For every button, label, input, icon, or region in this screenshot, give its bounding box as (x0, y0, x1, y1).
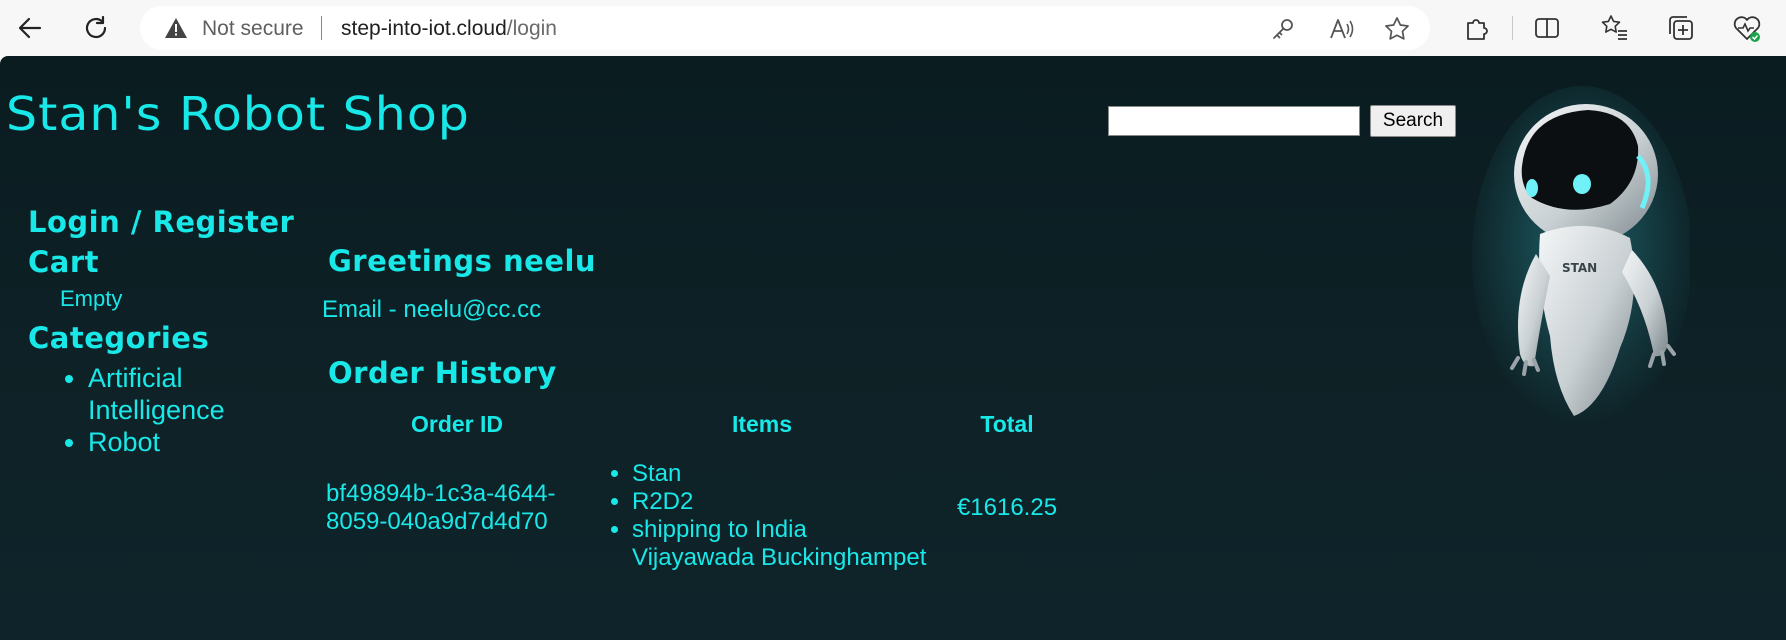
search-input[interactable] (1108, 106, 1360, 136)
warning-icon (164, 17, 188, 39)
table-header-row: Order ID Items Total (322, 404, 1082, 444)
url-path: /login (506, 17, 557, 40)
categories-list: Artificial Intelligence Robot (28, 362, 308, 458)
search-button[interactable]: Search (1370, 105, 1456, 137)
order-item: shipping to India Vijayawada Buckinghamp… (632, 516, 932, 572)
order-item: R2D2 (632, 488, 932, 516)
collections-icon[interactable] (1666, 13, 1696, 43)
browser-health-icon[interactable] (1732, 13, 1762, 43)
category-artificial-intelligence[interactable]: Artificial Intelligence (88, 362, 308, 426)
toolbar-separator (1512, 16, 1513, 40)
order-id-cell: bf49894b-1c3a-4644-8059-040a9d7d4d70 (326, 480, 556, 535)
site-title[interactable]: Stan's Robot Shop (6, 87, 470, 141)
column-total: Total (980, 410, 1034, 437)
login-register-link[interactable]: Login / Register (28, 202, 308, 242)
cart-status: Empty (60, 286, 123, 311)
sidebar: Login / Register Cart Empty Categories A… (28, 202, 308, 458)
column-order-id: Order ID (410, 410, 504, 437)
page-content: Stan's Robot Shop Search STAN Login / Re… (0, 56, 1786, 640)
order-history-table: Order ID Items Total bf49894b-1c3a-4644-… (322, 404, 1082, 572)
key-icon[interactable] (1270, 16, 1296, 42)
url-text[interactable]: step-into-iot.cloud/login (341, 17, 557, 41)
category-robot[interactable]: Robot (88, 426, 308, 458)
cart-link[interactable]: Cart (28, 242, 308, 282)
account-email: Email - neelu@cc.cc (322, 296, 542, 323)
order-history-heading: Order History (328, 356, 557, 390)
refresh-icon[interactable] (80, 12, 112, 44)
url-host: step-into-iot.cloud (341, 17, 507, 40)
robot-mascot-image: STAN (1470, 86, 1692, 446)
address-separator (321, 16, 322, 40)
split-screen-icon[interactable] (1532, 13, 1562, 43)
security-label[interactable]: Not secure (202, 17, 304, 41)
greeting-heading: Greetings neelu (328, 244, 597, 278)
extensions-icon[interactable] (1462, 13, 1492, 43)
robot-chest-label: STAN (1562, 261, 1597, 275)
categories-heading: Categories (28, 321, 210, 355)
browser-toolbar: Not secure step-into-iot.cloud/login (0, 0, 1786, 56)
read-aloud-icon[interactable] (1328, 16, 1354, 42)
order-total-cell: €1616.25 (956, 494, 1058, 521)
order-items-cell: Stan R2D2 shipping to India Vijayawada B… (592, 444, 932, 572)
favorite-star-icon[interactable] (1384, 16, 1410, 42)
order-item: Stan (632, 460, 932, 488)
favorites-list-icon[interactable] (1600, 13, 1630, 43)
address-bar[interactable]: Not secure step-into-iot.cloud/login (140, 6, 1430, 50)
column-items: Items (731, 410, 793, 437)
back-icon[interactable] (14, 12, 46, 44)
order-items-list: Stan R2D2 shipping to India Vijayawada B… (592, 460, 932, 572)
table-row: bf49894b-1c3a-4644-8059-040a9d7d4d70 Sta… (322, 444, 1082, 572)
